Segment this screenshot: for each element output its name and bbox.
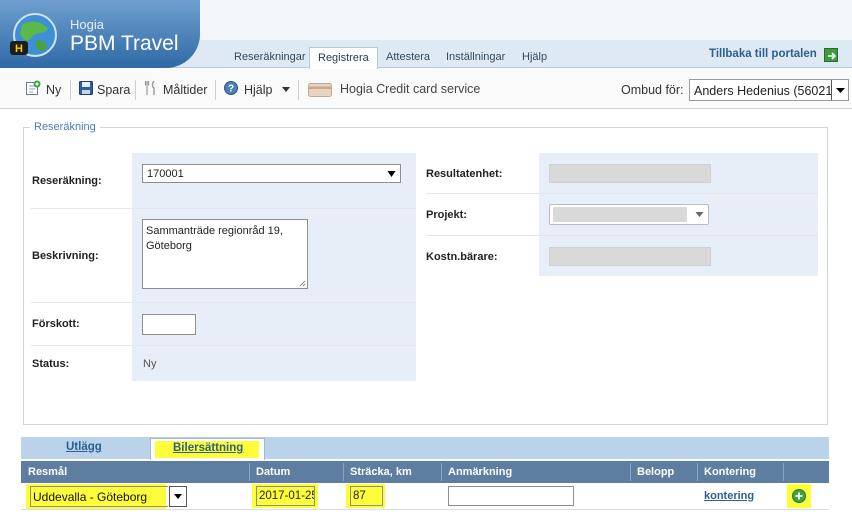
save-icon[interactable] — [78, 80, 94, 96]
project-select-value — [553, 207, 687, 222]
status-label: Status: — [32, 358, 70, 370]
save-button[interactable]: Spara — [97, 83, 130, 97]
chevron-down-icon — [836, 88, 845, 93]
help-globe-icon[interactable]: ? — [223, 80, 239, 96]
header-top-strip — [200, 0, 852, 40]
back-to-portal-link[interactable]: Tillbaka till portalen — [709, 48, 817, 60]
cost-carrier-field — [549, 247, 711, 266]
panel-legend: Reseräkning — [30, 121, 100, 133]
destination-dropdown-button[interactable] — [169, 486, 187, 507]
description-textarea[interactable]: Sammanträde regionråd 19, Göteborg — [142, 219, 308, 289]
row-divider — [31, 345, 416, 346]
project-select[interactable] — [549, 204, 709, 225]
column-header-date[interactable]: Datum — [256, 466, 290, 478]
help-dropdown-caret-icon[interactable] — [281, 86, 291, 93]
chevron-down-icon — [174, 494, 182, 499]
credit-card-service-button[interactable]: Hogia Credit card service — [340, 82, 480, 96]
agent-select-arrow[interactable] — [831, 80, 848, 100]
booking-link[interactable]: kontering — [704, 490, 754, 502]
distance-value: 87 — [353, 490, 366, 502]
destination-select[interactable]: Uddevalla - Göteborg — [26, 484, 191, 509]
row-divider — [31, 208, 416, 209]
toolbar-divider — [215, 80, 216, 100]
column-header-note[interactable]: Anmärkning — [448, 466, 512, 478]
advance-input[interactable] — [142, 314, 196, 335]
note-input[interactable] — [448, 486, 574, 506]
column-divider — [783, 463, 784, 481]
column-header-booking[interactable]: Kontering — [704, 466, 756, 478]
row-divider — [426, 235, 818, 236]
row-divider — [31, 302, 416, 303]
report-select-value: 170001 — [147, 168, 184, 180]
agent-select[interactable]: Anders Hedenius (560212 — [689, 79, 849, 101]
svg-text:?: ? — [228, 84, 234, 95]
column-header-destination[interactable]: Resmål — [28, 466, 67, 478]
column-divider — [249, 463, 250, 481]
tab-registrera[interactable]: Registrera — [309, 47, 378, 69]
result-unit-label: Resultatenhet: — [426, 168, 503, 180]
distance-input[interactable]: 87 — [350, 486, 383, 506]
description-text: Sammanträde regionråd 19, Göteborg — [146, 225, 283, 252]
tab-mileage-label: Bilersättning — [173, 442, 244, 454]
tab-expenses[interactable]: Utlägg — [66, 441, 102, 453]
tab-installningar[interactable]: Inställningar — [438, 47, 513, 68]
toolbar-divider — [135, 80, 136, 100]
new-button[interactable]: Ny — [46, 83, 61, 97]
help-menu-button[interactable]: Hjälp — [244, 83, 273, 97]
agent-select-value: Anders Hedenius (560212 — [694, 84, 840, 98]
advance-label: Förskott: — [32, 318, 80, 330]
cutlery-icon[interactable] — [143, 80, 159, 96]
column-divider — [697, 463, 698, 481]
cost-carrier-label: Kostn.bärare: — [426, 251, 498, 263]
column-header-distance[interactable]: Sträcka, km — [350, 466, 412, 478]
credit-card-icon[interactable] — [308, 83, 332, 97]
destination-value: Uddevalla - Göteborg — [33, 490, 148, 504]
tab-hjalp[interactable]: Hjälp — [514, 47, 555, 68]
status-value: Ny — [143, 358, 157, 370]
exit-portal-icon[interactable] — [824, 48, 838, 62]
row-divider — [426, 193, 818, 194]
column-divider — [343, 463, 344, 481]
tab-mileage[interactable]: Bilersättning — [150, 438, 265, 460]
toolbar-divider — [70, 80, 71, 100]
project-label: Projekt: — [426, 209, 467, 221]
column-divider — [441, 463, 442, 481]
description-label: Beskrivning: — [32, 250, 99, 262]
chevron-down-icon — [695, 212, 704, 217]
column-divider — [630, 463, 631, 481]
report-label: Reseräkning: — [32, 175, 102, 187]
chevron-down-icon — [387, 171, 396, 177]
tab-attestera[interactable]: Attestera — [378, 47, 438, 68]
toolbar-divider — [298, 80, 299, 100]
add-row-plus-icon[interactable] — [792, 489, 806, 503]
date-input[interactable]: 2017-01-25 — [256, 486, 315, 506]
date-value: 2017-01-25 — [259, 490, 315, 502]
column-header-amount[interactable]: Belopp — [637, 466, 674, 478]
agent-label: Ombud för: — [621, 83, 684, 97]
new-document-icon[interactable] — [25, 80, 41, 96]
hogia-globe-logo-icon: H — [10, 13, 57, 57]
brand-product: PBM Travel — [70, 32, 179, 55]
tab-reserakningar[interactable]: Reseräkningar — [226, 47, 314, 68]
resize-grip-icon[interactable] — [299, 280, 306, 287]
svg-text:H: H — [15, 43, 23, 55]
result-unit-field — [549, 164, 711, 183]
report-select[interactable]: 170001 — [142, 164, 401, 183]
brand-company: Hogia — [70, 17, 104, 32]
meals-button[interactable]: Måltider — [163, 83, 207, 97]
expense-tab-strip — [21, 437, 829, 459]
